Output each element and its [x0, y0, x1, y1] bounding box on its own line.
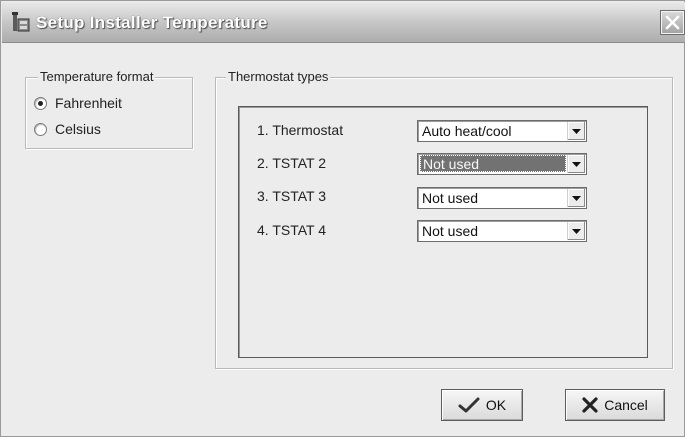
fahrenheit-label: Fahrenheit: [55, 95, 122, 111]
dialog-window: Setup Installer Temperature Temperature …: [0, 0, 685, 437]
thermostat-2-select[interactable]: Not used: [417, 153, 587, 175]
close-icon: [665, 15, 680, 30]
thermostat-2-label: 2. TSTAT 2: [257, 155, 326, 171]
celsius-label: Celsius: [55, 121, 101, 137]
cancel-button-label: Cancel: [604, 397, 648, 413]
thermostat-4-value: Not used: [422, 223, 479, 239]
thermostat-3-label: 3. TSTAT 3: [257, 188, 326, 204]
thermostat-3-select[interactable]: Not used: [417, 187, 587, 209]
thermostat-4-select[interactable]: Not used: [417, 220, 587, 242]
fahrenheit-option[interactable]: Fahrenheit: [34, 94, 122, 112]
thermostat-3-value: Not used: [422, 190, 479, 206]
thermostat-4-dropdown-button[interactable]: [567, 222, 585, 240]
thermostat-1-select[interactable]: Auto heat/cool: [417, 120, 587, 142]
chevron-down-icon: [572, 196, 581, 201]
ok-button[interactable]: OK: [441, 389, 523, 421]
celsius-option[interactable]: Celsius: [34, 120, 101, 138]
thermostat-4-label: 4. TSTAT 4: [257, 222, 326, 238]
chevron-down-icon: [572, 229, 581, 234]
thermostat-types-legend: Thermostat types: [226, 69, 331, 84]
window-title: Setup Installer Temperature: [36, 13, 268, 32]
checkmark-icon: [458, 397, 480, 413]
thermostat-1-label: 1. Thermostat: [257, 122, 344, 138]
temperature-format-legend: Temperature format: [38, 69, 156, 84]
celsius-radio[interactable]: [34, 122, 47, 136]
chevron-down-icon: [572, 129, 581, 134]
ok-button-label: OK: [485, 397, 507, 413]
temperature-format-group: Temperature format Fahrenheit Celsius: [25, 69, 193, 149]
thermostat-2-value: Not used: [420, 155, 566, 172]
chevron-down-icon: [572, 162, 581, 167]
cancel-button[interactable]: Cancel: [565, 389, 665, 421]
dialog-client-area: Temperature format Fahrenheit Celsius Th…: [7, 51, 679, 431]
title-bar[interactable]: Setup Installer Temperature: [2, 2, 685, 43]
installer-tool-icon: [12, 12, 30, 32]
close-button[interactable]: [661, 11, 684, 34]
fahrenheit-radio[interactable]: [34, 96, 47, 110]
thermostat-3-dropdown-button[interactable]: [567, 189, 585, 207]
thermostat-1-dropdown-button[interactable]: [567, 122, 585, 140]
x-mark-icon: [582, 397, 598, 413]
thermostat-1-value: Auto heat/cool: [422, 123, 512, 139]
thermostat-2-dropdown-button[interactable]: [567, 155, 585, 173]
